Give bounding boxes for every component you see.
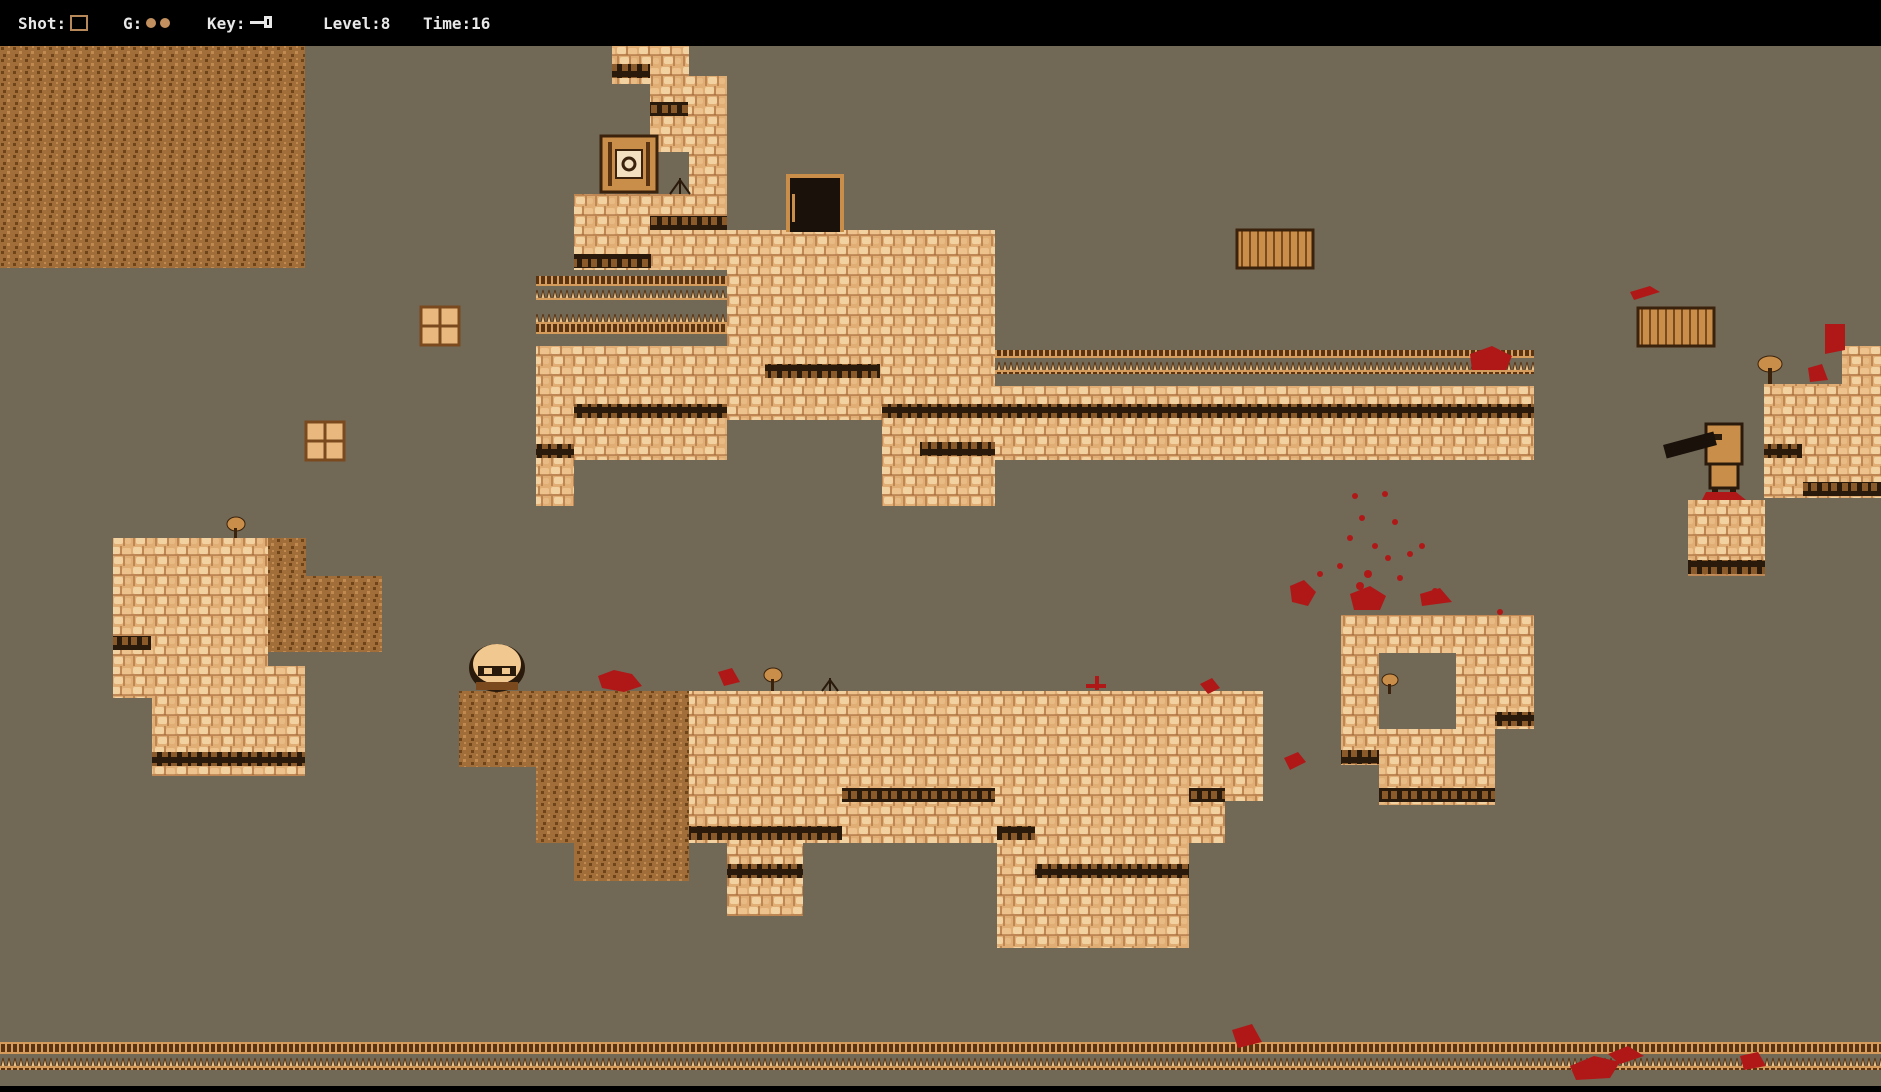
rock-edge <box>882 404 995 418</box>
rock-block <box>995 386 1534 460</box>
rock-edge <box>1688 560 1765 574</box>
key-icon <box>249 14 276 32</box>
rock-edge <box>650 102 688 116</box>
rock-edge <box>1803 482 1881 496</box>
rock-edge <box>842 788 995 802</box>
rock-block <box>1225 691 1263 801</box>
dirt-platform <box>574 843 689 881</box>
mushroom-icon <box>226 516 246 538</box>
level-readout: Level:8 <box>323 13 391 33</box>
rock-edge <box>765 364 880 378</box>
rock-edge <box>1495 712 1534 726</box>
rock-block <box>689 691 1225 843</box>
mushroom-icon <box>1757 355 1783 384</box>
rock-edge <box>152 752 305 766</box>
grass-tuft-icon <box>669 178 691 195</box>
dirt-platform <box>536 767 689 843</box>
rock-block <box>1764 384 1881 498</box>
dirt-ledge <box>268 538 306 576</box>
rock-edge <box>997 826 1035 840</box>
rock-edge <box>612 64 650 78</box>
rock-block <box>1341 615 1534 653</box>
coin-icon <box>146 18 157 28</box>
time-readout: Time:16 <box>423 13 491 33</box>
rock-edge <box>689 826 842 840</box>
gold-indicator: G: <box>123 12 171 34</box>
rock-edge <box>650 216 727 230</box>
level-map <box>0 46 1881 1080</box>
window-block <box>304 420 346 462</box>
rock-edge <box>536 444 574 458</box>
hud-bar: Shot: G: Key: Level:8 Time:16 <box>0 0 1881 46</box>
rock-edge <box>574 254 651 268</box>
bottom-bar <box>0 1086 1881 1092</box>
gold-dots <box>142 18 171 28</box>
rock-edge <box>727 864 803 878</box>
mushroom-icon <box>763 667 783 691</box>
player-character <box>469 644 525 692</box>
rock-edge <box>574 404 727 418</box>
grass-tuft-icon <box>821 678 839 692</box>
rock-edge <box>1189 788 1225 802</box>
spike-row <box>536 276 727 300</box>
gunner-enemy <box>1663 422 1744 500</box>
wooden-crate[interactable] <box>1235 228 1315 270</box>
game-level <box>0 46 1881 1086</box>
rock-edge <box>1764 444 1802 458</box>
shot-indicator: Shot: <box>18 12 89 34</box>
dirt-ledge <box>268 576 382 652</box>
rock-edge <box>1035 864 1189 878</box>
wooden-crate[interactable] <box>1636 306 1716 348</box>
window-block <box>419 305 461 347</box>
key-label: Key: <box>207 13 246 33</box>
exit-door[interactable] <box>786 174 844 232</box>
rock-edge <box>995 404 1534 418</box>
rock-edge <box>1341 750 1379 764</box>
spike-row <box>536 314 727 338</box>
rock-edge <box>920 442 995 456</box>
rock-block <box>1842 346 1881 386</box>
rock-edge <box>1379 788 1495 802</box>
dirt-wall <box>0 46 305 268</box>
rock-block <box>997 836 1189 948</box>
mushroom-icon <box>1381 673 1399 694</box>
shot-label: Shot: <box>18 13 67 33</box>
rock-edge <box>113 636 151 650</box>
shot-square-icon <box>70 15 89 31</box>
key-indicator: Key: <box>207 12 276 34</box>
rock-block <box>882 376 995 506</box>
coin-icon <box>160 18 171 28</box>
gold-label: G: <box>123 13 143 33</box>
rock-block <box>1341 653 1379 765</box>
spike-row <box>995 350 1534 374</box>
locked-chest[interactable] <box>599 134 659 194</box>
dirt-platform <box>459 691 689 767</box>
